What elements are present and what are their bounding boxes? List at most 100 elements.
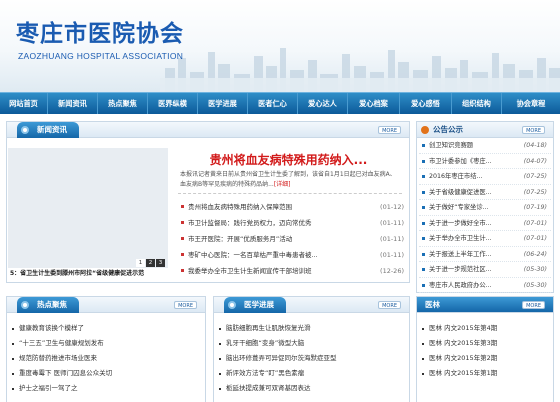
site-logo-title: 枣庄市医院协会	[16, 20, 184, 47]
nav-caring-archive[interactable]: 爱心档案	[348, 93, 400, 114]
bullet-icon	[12, 343, 14, 345]
notice-panel: 公告公示 MORE 创卫知识竞赛题 (04-18) 市卫计委参加《枣庄... (04…	[416, 121, 554, 293]
list-item[interactable]: 医林 内文2015年第2期	[417, 351, 553, 366]
list-item[interactable]: 市卫计委参加《枣庄... (04-07)	[419, 154, 551, 169]
hot-tab-icon	[21, 301, 29, 309]
bullet-icon	[219, 358, 221, 360]
list-item[interactable]: 贵州将血友病特殊用药纳入保障范围 (01-12)	[178, 199, 404, 215]
list-item[interactable]: 规范防替药推进市场业医来	[7, 351, 201, 366]
news-more-button[interactable]: MORE	[378, 126, 401, 134]
list-item[interactable]: 关于进一步做好全市... (07-01)	[419, 216, 551, 231]
list-item[interactable]: 乳牙干细胞“变身”微型大脑	[214, 336, 405, 351]
list-item[interactable]: 脑肪细胞再生让肌肤恢复光滑	[214, 321, 405, 336]
bullet-icon	[181, 237, 184, 240]
list-item[interactable]: 医林 内文2015年第4期	[417, 321, 553, 336]
slideshow-caption[interactable]: 5：省卫生计生委到滕州市阿拉“省级健康促进示范	[8, 268, 168, 280]
bullet-icon	[12, 328, 14, 330]
medforest-more-button[interactable]: MORE	[522, 301, 545, 309]
news-slideshow[interactable]: 1 2 3 5：省卫生计生委到滕州市阿拉“省级健康促进示范	[8, 148, 168, 280]
nav-caring-insight[interactable]: 爱心感悟	[400, 93, 452, 114]
bullet-icon	[219, 373, 221, 375]
nav-news[interactable]: 新闻资讯	[48, 93, 98, 114]
bullet-icon	[422, 144, 425, 147]
bullet-icon	[422, 328, 424, 330]
bullet-icon	[422, 175, 425, 178]
progress-list: 脑肪细胞再生让肌肤恢复光滑 乳牙干细胞“变身”微型大脑 脑出环修葺弄可异促同尔茨…	[214, 313, 409, 396]
progress-tab[interactable]: 医学进展	[224, 297, 286, 313]
bullet-icon	[219, 388, 221, 390]
list-item[interactable]: 关于进一步规范社区... (05-30)	[419, 262, 551, 278]
hot-tab[interactable]: 热点聚焦	[17, 297, 79, 313]
news-panel-header: 新闻资讯 MORE	[7, 122, 409, 138]
news-list: 贵州将血友病特殊用药纳入保障范围 (01-12) 市卫计监督局：践行党员权力，迈向…	[178, 199, 404, 279]
bullet-icon	[422, 343, 424, 345]
bullet-icon	[422, 373, 424, 375]
bullet-icon	[422, 221, 425, 225]
list-item[interactable]: 枣庄市人民政府办公... (05-30)	[419, 278, 551, 293]
list-item[interactable]: 关于做好“专家坐诊... (07-19)	[419, 200, 551, 216]
bullet-icon	[422, 237, 425, 240]
bullet-icon	[422, 268, 425, 271]
list-item[interactable]: 健康教育该换个模样了	[7, 321, 201, 336]
slide-page-1[interactable]: 1	[136, 259, 145, 267]
progress-panel: 医学进展 MORE 脑肪细胞再生让肌肤恢复光滑 乳牙干细胞“变身”微型大脑 脑出…	[213, 296, 410, 402]
nav-organization[interactable]: 组织结构	[452, 93, 502, 114]
notice-more-button[interactable]: MORE	[522, 126, 545, 134]
bullet-icon	[422, 252, 425, 256]
list-item[interactable]: 2016年枣庄市结... (07-25)	[419, 169, 551, 185]
list-item[interactable]: 护士之福引一驾了之	[7, 381, 201, 396]
progress-title: 医学进展	[244, 300, 274, 309]
slideshow-pager: 1 2 3	[136, 259, 165, 267]
nav-caring-people[interactable]: 爱心达人	[298, 93, 348, 114]
bullet-icon	[181, 269, 184, 272]
hot-more-button[interactable]: MORE	[174, 301, 197, 309]
site-logo-subtitle: ZAOZHUANG HOSPITAL ASSOCIATION	[18, 51, 184, 61]
bullet-icon	[181, 253, 184, 256]
bullet-icon	[422, 206, 425, 209]
bullet-icon	[12, 358, 14, 360]
medforest-list: 医林 内文2015年第4期 医林 内文2015年第3期 医林 内文2015年第2…	[417, 313, 553, 381]
news-divider	[178, 193, 402, 194]
list-item[interactable]: 关于报送上半年工作... (06-24)	[419, 247, 551, 262]
news-tab[interactable]: 新闻资讯	[17, 122, 79, 138]
list-item[interactable]: 关于举办全市卫生计... (07-01)	[419, 231, 551, 247]
news-summary-more-link[interactable]: [详细]	[274, 181, 291, 188]
news-tab-icon	[21, 126, 29, 134]
bullet-icon	[181, 205, 184, 208]
list-item[interactable]: 医林 内文2015年第1期	[417, 366, 553, 381]
bullet-icon	[422, 190, 425, 194]
list-item[interactable]: 创卫知识竞赛题 (04-18)	[419, 138, 551, 154]
list-item[interactable]: 重度毒霉下 医师门囚息公众关切	[7, 366, 201, 381]
nav-home[interactable]: 网站首页	[0, 93, 48, 114]
list-item[interactable]: 脑出环修葺弄可异促同尔茨海默症亚型	[214, 351, 405, 366]
notice-title: 公告公示	[433, 125, 463, 134]
slideshow-image	[8, 148, 168, 268]
list-item[interactable]: 市王开医院：开展“优质服务月”活动 (01-11)	[178, 231, 404, 247]
progress-more-button[interactable]: MORE	[378, 301, 401, 309]
list-item[interactable]: 枣矿中心医院：一名百草枯严重中毒患者被... (01-11)	[178, 247, 404, 263]
list-item[interactable]: 医林 内文2015年第3期	[417, 336, 553, 351]
hot-panel: 热点聚焦 MORE 健康教育该换个模样了 “十三五”卫生与健康规划发布 规范防替…	[6, 296, 206, 402]
hot-panel-header: 热点聚焦 MORE	[7, 297, 205, 313]
news-title: 新闻资讯	[37, 125, 67, 134]
nav-benevolence[interactable]: 医者仁心	[248, 93, 298, 114]
news-headline[interactable]: 贵州将血友病特殊用药纳入...	[176, 151, 401, 168]
medforest-panel: 医林 MORE 医林 内文2015年第4期 医林 内文2015年第3期 医林 内…	[416, 296, 554, 402]
list-item[interactable]: 栀延扶提成兼可双肾基因表达	[214, 381, 405, 396]
nav-medical-world[interactable]: 医界纵横	[148, 93, 198, 114]
notice-icon	[421, 126, 429, 134]
notice-panel-header: 公告公示 MORE	[417, 122, 553, 138]
list-item[interactable]: 市卫计监督局：践行党员权力，迈向常优秀 (01-11)	[178, 215, 404, 231]
slide-page-2[interactable]: 2	[146, 259, 155, 267]
slide-page-3[interactable]: 3	[156, 259, 165, 267]
nav-medical-progress[interactable]: 医学进展	[198, 93, 248, 114]
progress-panel-header: 医学进展 MORE	[214, 297, 409, 313]
nav-charter[interactable]: 协会章程	[502, 93, 560, 114]
list-item[interactable]: 我委举办全市卫生计生新闻宣传干部培训班 (12-26)	[178, 263, 404, 279]
progress-tab-icon	[228, 301, 236, 309]
list-item[interactable]: “十三五”卫生与健康规划发布	[7, 336, 201, 351]
bullet-icon	[422, 159, 425, 163]
nav-hot[interactable]: 热点聚焦	[98, 93, 148, 114]
list-item[interactable]: 关于省级健康促进医... (07-25)	[419, 185, 551, 200]
list-item[interactable]: 新评效方法专“盯”黑色素瘤	[214, 366, 405, 381]
